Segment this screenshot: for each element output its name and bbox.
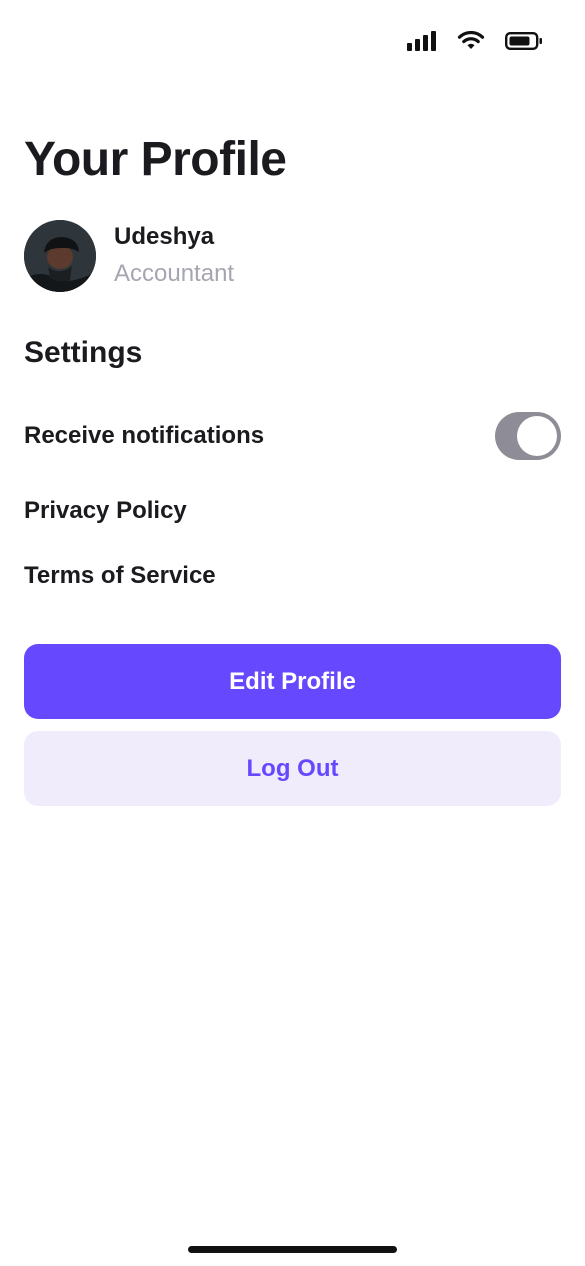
- profile-text: Udeshya Accountant: [114, 223, 234, 289]
- log-out-button[interactable]: Log Out: [24, 731, 561, 806]
- avatar: [24, 220, 96, 292]
- signal-icon: [407, 31, 436, 51]
- profile-screen: Your Profile Udeshya Accountant Settings…: [0, 0, 585, 1266]
- page-title: Your Profile: [24, 133, 287, 186]
- profile-summary: Udeshya Accountant: [24, 220, 234, 292]
- battery-icon: [505, 32, 542, 51]
- notifications-toggle[interactable]: [495, 412, 561, 460]
- wifi-icon: [457, 31, 485, 49]
- privacy-policy-link[interactable]: Privacy Policy: [24, 494, 561, 528]
- edit-profile-button[interactable]: Edit Profile: [24, 644, 561, 719]
- terms-of-service-label: Terms of Service: [24, 562, 216, 589]
- status-bar: [407, 26, 543, 56]
- notifications-setting: Receive notifications: [24, 412, 561, 460]
- home-indicator: [188, 1246, 397, 1253]
- terms-of-service-link[interactable]: Terms of Service: [24, 559, 561, 593]
- avatar-photo: [24, 220, 96, 292]
- settings-heading: Settings: [24, 336, 143, 369]
- privacy-policy-label: Privacy Policy: [24, 497, 187, 524]
- profile-role: Accountant: [114, 260, 235, 287]
- toggle-knob: [517, 416, 557, 456]
- notifications-label: Receive notifications: [24, 422, 265, 449]
- profile-name: Udeshya: [114, 223, 215, 250]
